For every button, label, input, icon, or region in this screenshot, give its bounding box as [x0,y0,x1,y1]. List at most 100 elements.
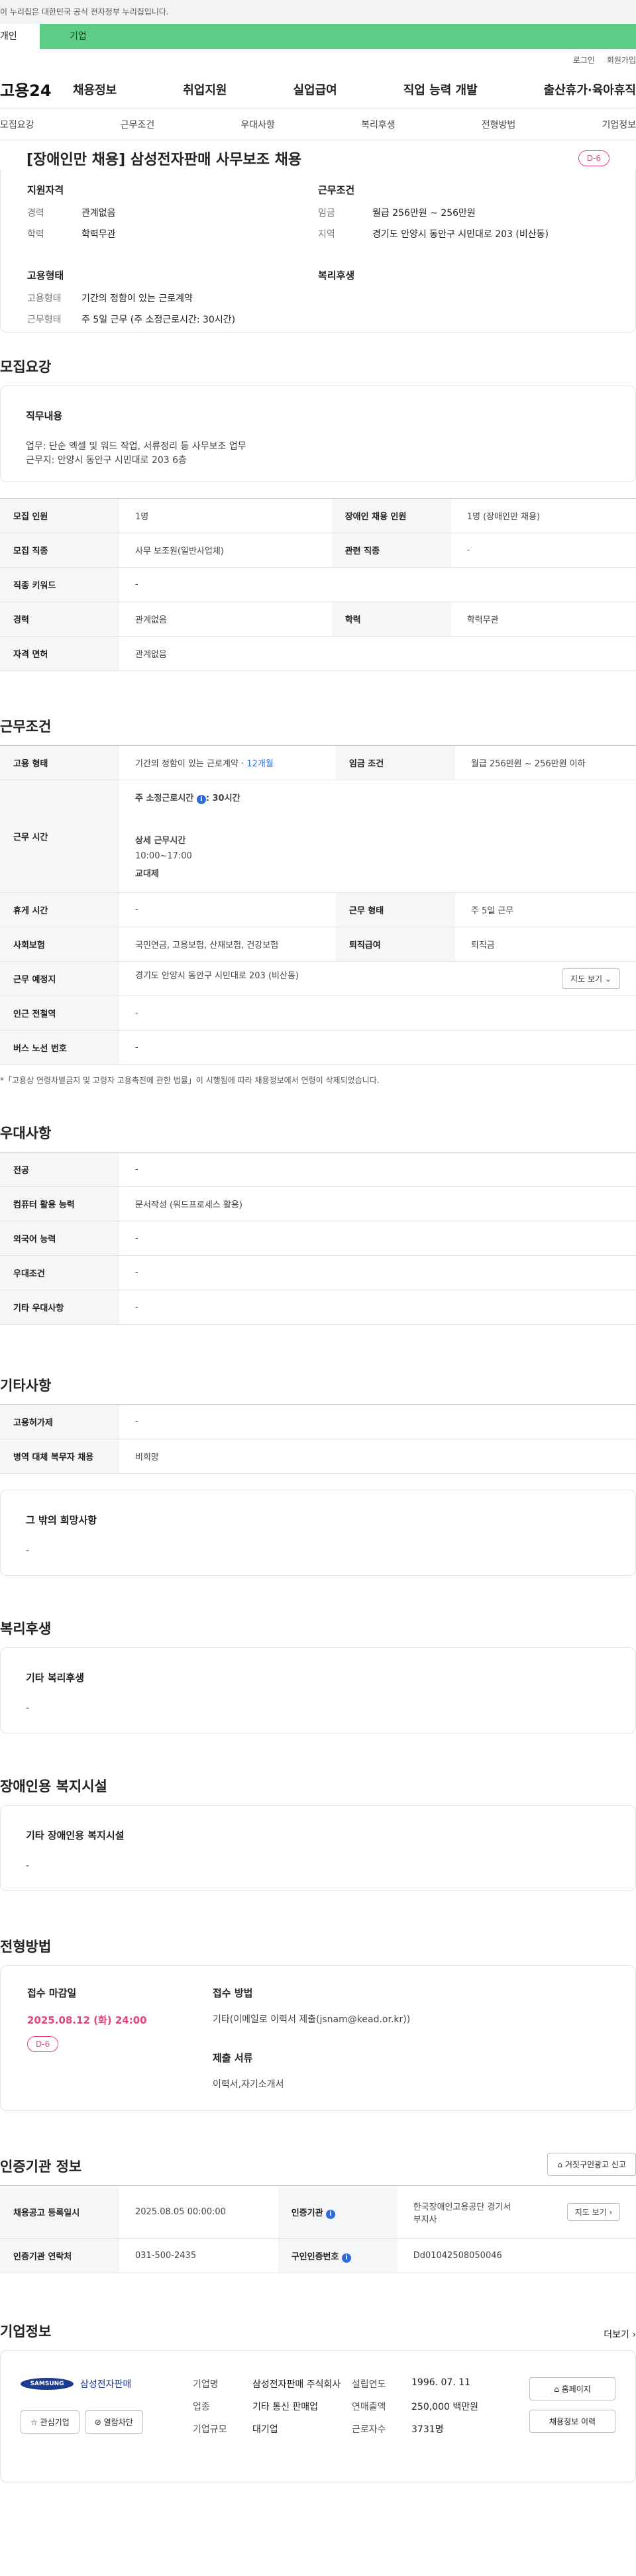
prefer-table: 전공 - 컴퓨터 활용 능력 문서작성 (워드프로세스 활용) 외국어 능력 - 우대… [0,1152,636,1325]
wage-value: 월급 256만원 ~ 256만원 [372,208,476,219]
site-logo[interactable]: 고용24 [0,77,73,101]
welfare-box: 기타 복리후생 - [0,1647,636,1733]
table-row: 전공 - [0,1152,636,1187]
table-row: 사회보험 국민연금, 고용보험, 산재보험, 건강보험 퇴직급여 퇴직금 [0,927,636,962]
job-title: [장애인만 채용] 삼성전자판매 사무보조 채용 [26,152,302,168]
career-label: 경력 [27,208,44,219]
job-title-row: [장애인만 채용] 삼성전자판매 사무보조 채용 D-6 [0,140,636,170]
homepage-button[interactable]: ⌂ 홈페이지 [529,2377,615,2400]
table-row: 근무 시간 주 소정근로시간 i: 30시간 상세 근무시간 10:00~17:… [0,780,636,893]
table-row: 인증기관 연락처 031-500-2435 구인인증번호 i Dd01042508… [0,2238,636,2273]
table-row: 버스 노선 번호 - [0,1030,636,1065]
company-card: SAMSUNG 삼성전자판매 ☆ 관심기업 ⊘ 열람차단 기업명 삼성전자판매 주… [0,2350,636,2483]
wage-label: 임금 [318,208,335,219]
worktype-label: 근무형태 [27,315,62,325]
worktype-value: 주 5일 근무 (주 소정근로시간: 30시간) [81,315,236,325]
block-view-button[interactable]: ⊘ 열람차단 [84,2410,143,2434]
main-nav: 고용24 채용정보 취업지원 실업급여 직업 능력 개발 출산휴가·육아휴직 [0,70,636,109]
table-row: 기타 우대사항 - [0,1290,636,1325]
company-more-link[interactable]: 더보기 › [604,2328,636,2341]
qualification-heading: 지원자격 [27,184,64,196]
info-icon[interactable]: i [196,795,206,804]
home-icon: ⌂ [554,2385,559,2394]
region-value: 경기도 안양시 동안구 시민대로 203 (비산동) [372,229,549,240]
tab-company[interactable]: 기업정보 [602,118,636,131]
table-row: 우대조건 - [0,1255,636,1290]
duty-box: 직무내용 업무: 단순 엑셀 및 워드 작업, 서류정리 등 사무보조 업무 근… [0,386,636,482]
star-icon: ☆ [30,2418,38,2427]
wish-heading: 그 밖의 희망사항 [26,1514,97,1526]
duty-line-1: 업무: 단순 엑셀 및 워드 작업, 서류정리 등 사무보조 업무 [26,441,246,452]
util-links: 로그인 회원가입 [0,49,636,70]
recruit-table: 모집 인원 1명 장애인 채용 인원 1명 (장애인만 채용) 모집 직종 사무 보조… [0,498,636,671]
info-icon[interactable]: i [326,2209,336,2219]
tab-personal[interactable]: 개인 [0,24,40,49]
org-map-button[interactable]: 지도 보기 › [567,2203,620,2221]
job-summary-card: 지원자격 경력 관계없음 학력 학력무관 근무조건 임금 월급 256만원 ~ 256… [0,170,636,333]
table-row: 직종 키워드 - [0,567,636,602]
career-value: 관계없음 [81,208,116,219]
edu-value: 학력무관 [81,229,116,240]
tab-work[interactable]: 근무조건 [121,118,155,131]
map-view-button[interactable]: 지도 보기 ⌄ [562,968,620,989]
table-row: 모집 직종 사무 보조원(일반사업체) 관련 직종 - [0,533,636,568]
welfare-heading: 복리후생 [0,1621,52,1637]
tab-company[interactable]: 기업 [40,24,636,49]
tab-selection[interactable]: 전형방법 [482,118,516,131]
emptype-value: 기간의 정함이 있는 근로계약 [81,293,193,304]
selection-heading: 전형방법 [0,1939,52,1955]
signup-link[interactable]: 회원가입 [607,54,636,66]
emptype-label: 고용형태 [27,293,62,304]
company-heading: 기업정보 [0,2324,52,2340]
duty-heading: 직무내용 [26,410,63,422]
nav-leave[interactable]: 출산휴가·육아휴직 [544,81,636,98]
age-note: *「고용상 연령차별금지 및 고령자 고용촉진에 관한 법률」이 시행됨에 따라… [0,1076,380,1085]
wish-box: 그 밖의 희망사항 - [0,1490,636,1576]
table-row: 인근 전철역 - [0,996,636,1031]
duty-line-2: 근무지: 안양시 동안구 시민대로 203 6층 [26,455,187,466]
tab-recruit[interactable]: 모집요강 [0,118,34,131]
nav-job-support[interactable]: 취업지원 [183,81,227,98]
region-label: 지역 [318,229,335,240]
table-row: 외국어 능력 - [0,1221,636,1256]
recruit-heading: 모집요강 [0,359,52,375]
selection-card: 접수 마감일 2025.08.12 (화) 24:00 D-6 접수 방법 기타… [0,1965,636,2111]
work-table: 고용 형태 기간의 정함이 있는 근로계약 · 12개월 임금 조건 월급 25… [0,745,636,1065]
prefer-heading: 우대사항 [0,1125,52,1141]
gov-notice-bar: 이 누리집은 대한민국 공식 전자정부 누리집입니다. [0,0,636,24]
recruit-history-button[interactable]: 채용정보 이력 [529,2410,615,2433]
chevron-right-icon: › [632,2330,636,2340]
info-icon[interactable]: i [342,2253,351,2263]
tab-prefer[interactable]: 우대사항 [240,118,275,131]
facility-heading: 장애인용 복지시설 [0,1778,107,1794]
table-row: 경력 관계없음 학력 학력무관 [0,601,636,637]
welfare-summary-heading: 복리후생 [318,270,355,282]
deadline-value: 2025.08.12 (화) 24:00 [27,2014,147,2026]
nav-unemployment[interactable]: 실업급여 [293,81,337,98]
cert-heading: 인증기관 정보 [0,2159,82,2175]
table-row: 휴게 시간 - 근무 형태 주 5일 근무 [0,892,636,927]
table-row: 채용공고 등록일시 2025.08.05 00:00:00 인증기관 i 한국장애… [0,2185,636,2239]
section-tabs: 모집요강 근무조건 우대사항 복리후생 전형방법 기업정보 [0,109,636,140]
company-logo: SAMSUNG 삼성전자판매 [21,2377,193,2391]
table-row: 근무 예정지 경기도 안양시 동안구 시민대로 203 (비산동) 지도 보기 ⌄ [0,961,636,996]
edu-label: 학력 [27,229,44,240]
condition-heading: 근무조건 [318,184,355,196]
chevron-down-icon: ⌄ [604,974,611,984]
interest-company-button[interactable]: ☆ 관심기업 [21,2410,80,2434]
dday-badge: D-6 [578,150,610,166]
home-icon: ⌂ [557,2160,563,2169]
login-link[interactable]: 로그인 [573,54,595,66]
other-heading: 기타사항 [0,1378,52,1394]
nav-training[interactable]: 직업 능력 개발 [403,81,478,98]
table-row: 고용허가제 - [0,1404,636,1439]
report-fake-ad-button[interactable]: ⌂ 거짓구인광고 신고 [547,2153,636,2176]
cert-table: 채용공고 등록일시 2025.08.05 00:00:00 인증기관 i 한국장애… [0,2185,636,2273]
other-table: 고용허가제 - 병역 대체 복무자 채용 비희망 [0,1404,636,1474]
work-heading: 근무조건 [0,719,52,735]
table-row: 모집 인원 1명 장애인 채용 인원 1명 (장애인만 채용) [0,498,636,533]
nav-jobs[interactable]: 채용정보 [73,81,117,98]
user-type-tabs: 개인 기업 [0,24,636,49]
tab-welfare[interactable]: 복리후생 [361,118,396,131]
table-row: 컴퓨터 활용 능력 문서작성 (워드프로세스 활용) [0,1186,636,1221]
